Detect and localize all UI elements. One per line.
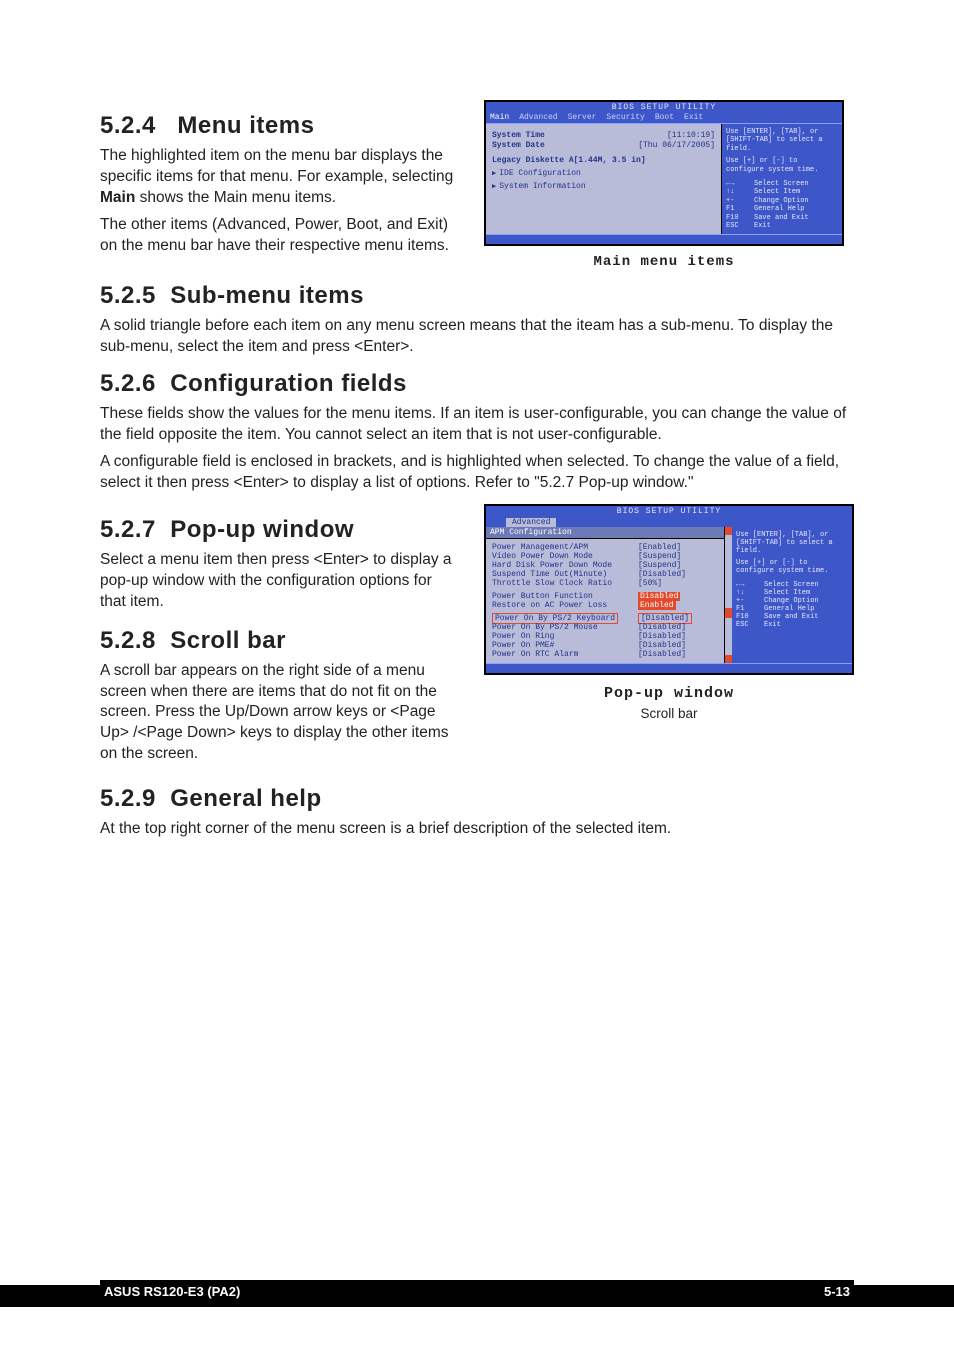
scroll-up-icon (725, 527, 732, 535)
tab-security: Security (606, 113, 644, 122)
para-529-1: At the top right corner of the menu scre… (100, 819, 854, 840)
heading-528: 5.2.8 Scroll bar (100, 627, 460, 655)
bios2-tab: Advanced (506, 518, 556, 527)
tab-boot: Boot (655, 113, 674, 122)
apm-row: Power Button Function Disabled (492, 592, 718, 601)
bios-keys: ←→Select Screen ↑↓Select Item +-Change O… (726, 180, 838, 230)
apm-value: [Disabled] (638, 641, 686, 650)
bios-diskette: Legacy Diskette A[1.44M, 3.5 in] (492, 156, 646, 165)
apm-value: Enabled (638, 601, 676, 610)
apm-value: [50%] (638, 579, 662, 588)
caption-main-menu: Main menu items (484, 254, 844, 270)
page-footer: ASUS RS120-E3 (PA2) 5-13 (100, 1280, 854, 1301)
apm-value: [Enabled] (638, 543, 681, 552)
apm-label: Power On Ring (492, 632, 632, 641)
bios2-help-panel: Use [ENTER], [TAB], or [SHIFT-TAB] to se… (732, 527, 852, 663)
apm-value: [Disabled] (638, 614, 692, 623)
heading-529: 5.2.9 General help (100, 785, 854, 813)
apm-value: [Suspend] (638, 561, 681, 570)
caption-scroll: Scroll bar (484, 706, 854, 721)
bios2-help2: Use [+] or [-] to configure system time. (736, 559, 848, 575)
apm-label: Power Management/APM (492, 543, 632, 552)
apm-label: Power On RTC Alarm (492, 650, 632, 659)
apm-row: Suspend Time Out(Minute) [Disabled] (492, 570, 718, 579)
apm-row: Power Management/APM [Enabled] (492, 543, 718, 552)
para-524-1: The highlighted item on the menu bar dis… (100, 146, 460, 209)
para-526-2: A configurable field is enclosed in brac… (100, 452, 854, 494)
apm-row: Power On PME# [Disabled] (492, 641, 718, 650)
bios-tabs: Main Advanced Server Security Boot Exit (486, 113, 842, 123)
tab-advanced: Advanced (519, 113, 557, 122)
bios-time-value: [11:10:19] (667, 131, 715, 140)
apm-value: [Disabled] (638, 570, 686, 579)
apm-value: [Disabled] (638, 650, 686, 659)
apm-row: Hard Disk Power Down Mode [Suspend] (492, 561, 718, 570)
apm-label: Power On By PS/2 Keyboard (492, 614, 632, 623)
bios-ide: IDE Configuration (492, 169, 715, 178)
bios-date-label: System Date (492, 141, 545, 150)
tab-main: Main (490, 113, 509, 122)
apm-row: Restore on AC Power Loss Enabled (492, 601, 718, 610)
bios-help2: Use [+] or [-] to configure system time. (726, 157, 838, 174)
apm-label: Power Button Function (492, 592, 632, 601)
apm-value: [Disabled] (638, 623, 686, 632)
bios-help1: Use [ENTER], [TAB], or [SHIFT-TAB] to se… (726, 128, 838, 153)
bios-help-panel: Use [ENTER], [TAB], or [SHIFT-TAB] to se… (722, 124, 842, 234)
apm-label: Throttle Slow Clock Ratio (492, 579, 632, 588)
bios-title: BIOS SETUP UTILITY (486, 102, 842, 113)
footer-right: 5-13 (820, 1284, 854, 1299)
num: 5.2.4 (100, 112, 156, 139)
bios-main-screenshot: BIOS SETUP UTILITY Main Advanced Server … (484, 100, 844, 246)
para-528-1: A scroll bar appears on the right side o… (100, 661, 460, 766)
heading-526: 5.2.6 Configuration fields (100, 370, 854, 398)
apm-value: Disabled (638, 592, 680, 601)
apm-row: Power On By PS/2 Keyboard [Disabled] (492, 614, 718, 623)
apm-value: [Suspend] (638, 552, 681, 561)
tab-exit: Exit (684, 113, 703, 122)
apm-row: Power On Ring [Disabled] (492, 632, 718, 641)
bios-sysinfo: System Information (492, 182, 715, 191)
apm-label: Restore on AC Power Loss (492, 601, 632, 610)
bios-time-label: System Time (492, 131, 545, 140)
bios-date-value: [Thu 06/17/2005] (638, 141, 715, 150)
bios2-keys: ←→Select Screen ↑↓Select Item +-Change O… (736, 581, 848, 629)
title: Menu items (177, 112, 314, 139)
para-526-1: These fields show the values for the men… (100, 404, 854, 446)
apm-row: Power On By PS/2 Mouse [Disabled] (492, 623, 718, 632)
heading-527: 5.2.7 Pop-up window (100, 516, 460, 544)
para-525-1: A solid triangle before each item on any… (100, 316, 854, 358)
scroll-thumb (725, 608, 732, 618)
para-524-2: The other items (Advanced, Power, Boot, … (100, 215, 460, 257)
apm-label: Hard Disk Power Down Mode (492, 561, 632, 570)
bios2-help1: Use [ENTER], [TAB], or [SHIFT-TAB] to se… (736, 531, 848, 555)
apm-label: Video Power Down Mode (492, 552, 632, 561)
bios2-title: BIOS SETUP UTILITY (486, 506, 852, 517)
bios-apm-screenshot: BIOS SETUP UTILITY Advanced APM Configur… (484, 504, 854, 675)
apm-row: Power On RTC Alarm [Disabled] (492, 650, 718, 659)
apm-label: Power On PME# (492, 641, 632, 650)
scroll-down-icon (725, 655, 732, 663)
para-527-1: Select a menu item then press <Enter> to… (100, 550, 460, 613)
caption-popup: Pop-up window (484, 685, 854, 702)
bios-scrollbar (724, 527, 732, 663)
tab-server: Server (568, 113, 597, 122)
apm-header: APM Configuration (486, 527, 724, 538)
apm-row: Throttle Slow Clock Ratio [50%] (492, 579, 718, 588)
heading-525: 5.2.5 Sub-menu items (100, 282, 854, 310)
apm-row: Video Power Down Mode [Suspend] (492, 552, 718, 561)
apm-value: [Disabled] (638, 632, 686, 641)
apm-label: Power On By PS/2 Mouse (492, 623, 632, 632)
apm-label: Suspend Time Out(Minute) (492, 570, 632, 579)
heading-524: 5.2.4 Menu items (100, 112, 460, 140)
footer-left: ASUS RS120-E3 (PA2) (100, 1284, 244, 1299)
